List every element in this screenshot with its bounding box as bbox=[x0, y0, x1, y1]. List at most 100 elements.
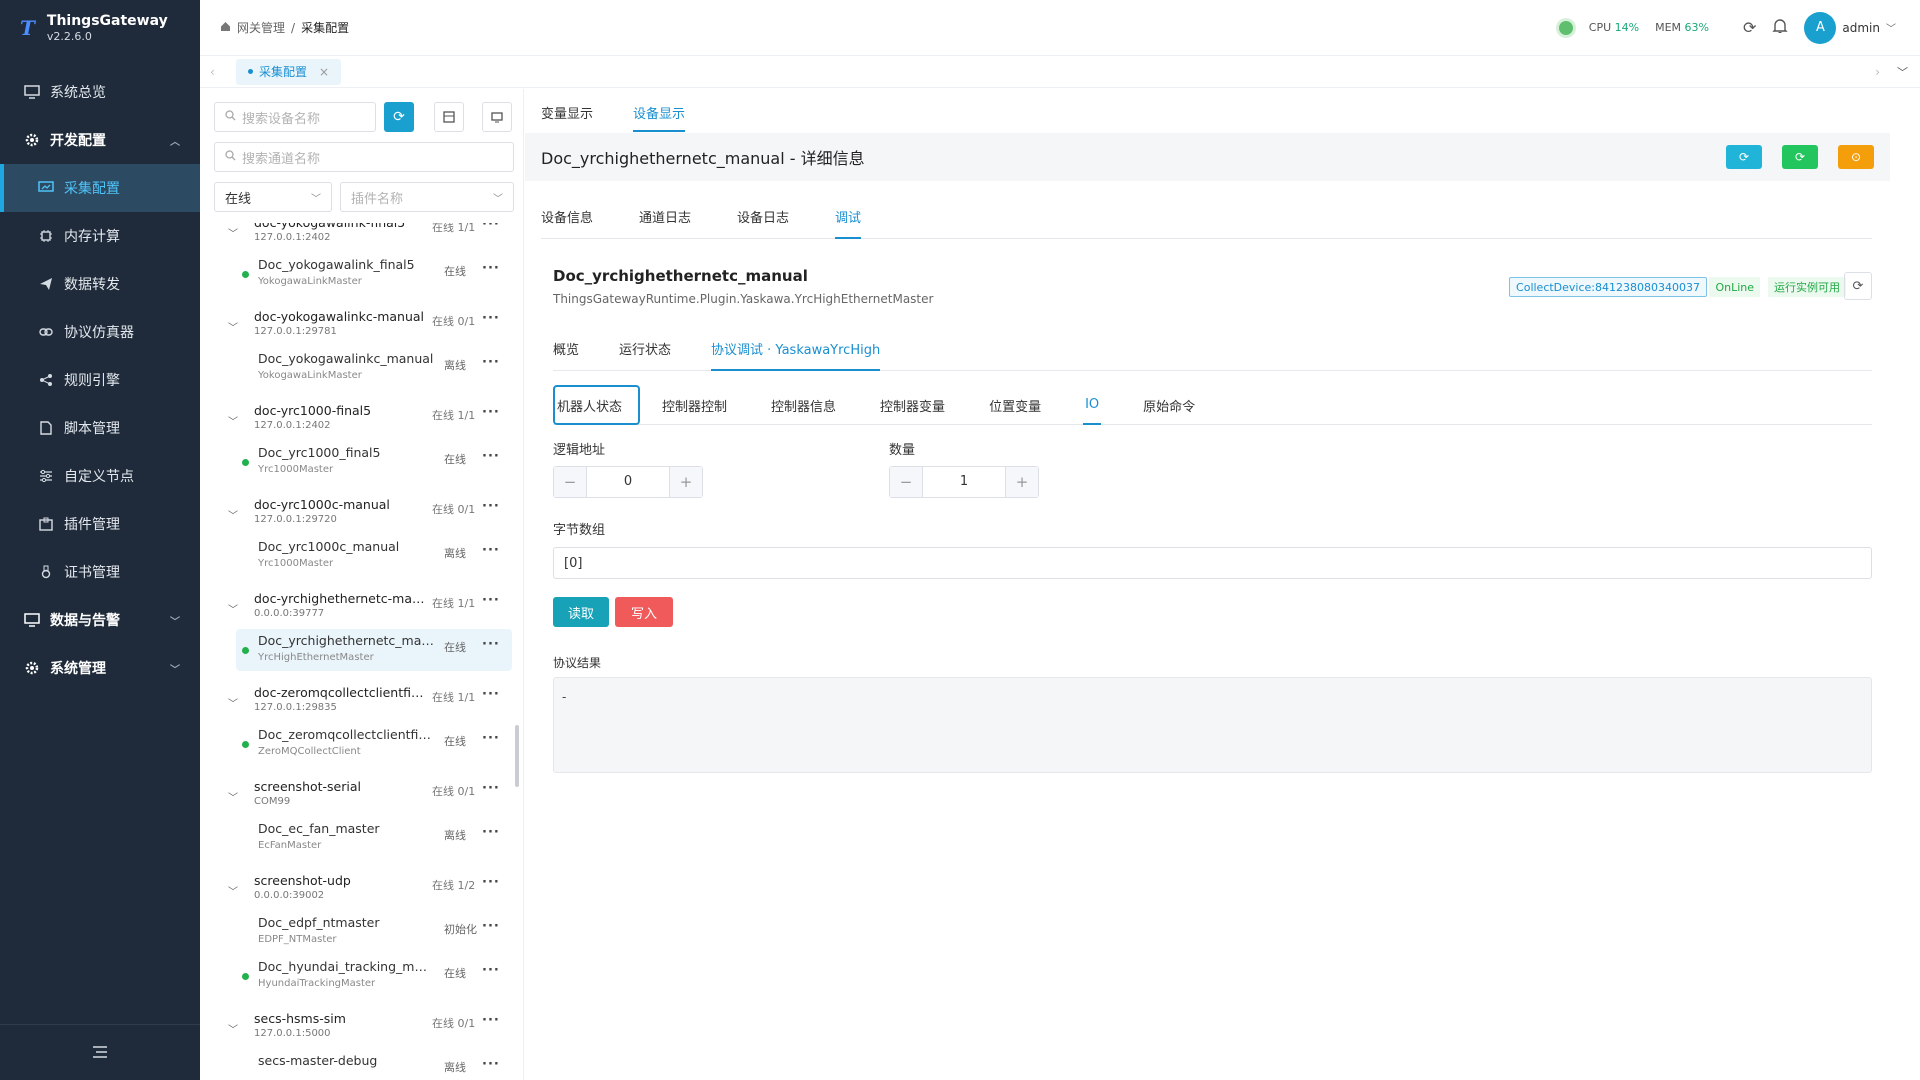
sidebar-item-protocol-sim[interactable]: 协议仿真器 bbox=[0, 308, 200, 356]
device-row[interactable]: Doc_yokogawalinkc_manual YokogawaLinkMast… bbox=[236, 347, 512, 389]
plugin-select[interactable]: 插件名称 ﹀ bbox=[340, 182, 514, 212]
tab-controller-variable[interactable]: 控制器变量 bbox=[878, 385, 947, 425]
page-tab[interactable]: 采集配置 × bbox=[236, 58, 342, 85]
tab-controller-control[interactable]: 控制器控制 bbox=[660, 385, 729, 425]
device-row[interactable]: Doc_yrc1000_final5 Yrc1000Master 在线 ··· bbox=[236, 441, 512, 483]
more-icon[interactable]: ··· bbox=[482, 637, 500, 652]
device-row[interactable]: Doc_ec_fan_master EcFanMaster 离线 ··· bbox=[236, 817, 512, 859]
more-icon[interactable]: ··· bbox=[482, 449, 500, 464]
write-button[interactable]: 写入 bbox=[615, 597, 673, 627]
tab-overview[interactable]: 概览 bbox=[553, 339, 579, 370]
sidebar-item-memory-compute[interactable]: 内存计算 bbox=[0, 212, 200, 260]
sidebar-item-overview[interactable]: 系统总览 bbox=[0, 68, 200, 116]
channel-row[interactable]: ﹀ doc-yrc1000c-manual 127.0.0.1:29720 在线 0/… bbox=[200, 497, 523, 537]
channel-row[interactable]: ﹀ screenshot-udp 0.0.0.0:39002 在线 1/2 ··· bbox=[200, 873, 523, 913]
device-row[interactable]: Doc_edpf_ntmaster EDPF_NTMaster 初始化 ··· bbox=[236, 911, 512, 953]
tab-controller-info[interactable]: 控制器信息 bbox=[769, 385, 838, 425]
chevron-right-icon[interactable]: › bbox=[1875, 65, 1880, 79]
user-menu[interactable]: A admin ﹀ bbox=[1804, 11, 1896, 44]
plus-icon[interactable]: + bbox=[670, 467, 702, 497]
refresh-button[interactable]: ⟳ bbox=[384, 102, 414, 132]
more-icon[interactable]: ··· bbox=[482, 311, 500, 326]
device-refresh-button[interactable]: ⟳ bbox=[1844, 272, 1872, 300]
more-icon[interactable]: ··· bbox=[482, 223, 500, 232]
sidebar-item-collect-config[interactable]: 采集配置 bbox=[0, 164, 200, 212]
read-button[interactable]: 读取 bbox=[553, 597, 609, 627]
sidebar-item-system-manage[interactable]: 系统管理 ﹀ bbox=[0, 644, 200, 692]
stop-button[interactable]: ⊙ bbox=[1838, 145, 1874, 169]
more-icon[interactable]: ··· bbox=[482, 781, 500, 796]
tab-device-view[interactable]: 设备显示 bbox=[633, 103, 686, 132]
channel-row[interactable]: ﹀ doc-yrchighethernetc-man... 0.0.0.0:3977… bbox=[200, 591, 523, 631]
chevron-down-icon[interactable]: ﹀ bbox=[228, 789, 238, 804]
chevron-left-icon[interactable]: ‹ bbox=[210, 65, 215, 79]
device-row[interactable]: Doc_zeromqcollectclientfinal... ZeroMQCol… bbox=[236, 723, 512, 765]
layout-button[interactable] bbox=[434, 102, 464, 132]
sidebar-item-data-forward[interactable]: 数据转发 bbox=[0, 260, 200, 308]
logic-addr-input[interactable]: 0 bbox=[586, 467, 670, 497]
refresh-icon[interactable]: ⟳ bbox=[1743, 18, 1756, 37]
more-icon[interactable]: ··· bbox=[482, 1057, 500, 1072]
chevron-down-icon[interactable]: ﹀ bbox=[228, 601, 238, 616]
more-icon[interactable]: ··· bbox=[482, 543, 500, 558]
sidebar-item-data-alarm[interactable]: 数据与告警 ﹀ bbox=[0, 596, 200, 644]
device-row[interactable]: Doc_yrchighethernetc_manual YrcHighEthern… bbox=[236, 629, 512, 671]
tab-position-variable[interactable]: 位置变量 bbox=[987, 385, 1043, 425]
device-row[interactable]: Doc_yrc1000c_manual Yrc1000Master 离线 ··· bbox=[236, 535, 512, 577]
scrollbar[interactable] bbox=[515, 725, 519, 787]
more-icon[interactable]: ··· bbox=[482, 593, 500, 608]
status-select[interactable]: 在线 ﹀ bbox=[214, 182, 332, 212]
tab-debug[interactable]: 调试 bbox=[835, 207, 862, 239]
more-icon[interactable]: ··· bbox=[482, 919, 500, 934]
search-device-input[interactable]: 搜索设备名称 bbox=[214, 102, 376, 132]
sidebar-item-rule-engine[interactable]: 规则引擎 bbox=[0, 356, 200, 404]
more-icon[interactable]: ··· bbox=[482, 1013, 500, 1028]
more-icon[interactable]: ··· bbox=[482, 963, 500, 978]
sidebar-item-custom-node[interactable]: 自定义节点 bbox=[0, 452, 200, 500]
device-row[interactable]: Doc_yokogawalink_final5 YokogawaLinkMaste… bbox=[236, 253, 512, 295]
device-row[interactable]: secs-master-debug 离线 ··· bbox=[236, 1049, 512, 1080]
channel-row[interactable]: ﹀ doc-yokogawalink-final5 127.0.0.1:2402 在线… bbox=[200, 223, 523, 255]
tab-run-state[interactable]: 运行状态 bbox=[619, 339, 671, 370]
minus-icon[interactable]: − bbox=[890, 467, 922, 497]
tab-device-info[interactable]: 设备信息 bbox=[541, 207, 593, 238]
sidebar-item-plugin-manage[interactable]: 插件管理 bbox=[0, 500, 200, 548]
minus-icon[interactable]: − bbox=[554, 467, 586, 497]
sidebar-item-script-manage[interactable]: 脚本管理 bbox=[0, 404, 200, 452]
sidebar-item-cert-manage[interactable]: 证书管理 bbox=[0, 548, 200, 596]
chevron-down-icon[interactable]: ﹀ bbox=[228, 225, 238, 240]
more-icon[interactable]: ··· bbox=[482, 731, 500, 746]
tab-device-log[interactable]: 设备日志 bbox=[737, 207, 789, 238]
sidebar-collapse-button[interactable] bbox=[0, 1024, 200, 1080]
chevron-down-icon[interactable]: ﹀ bbox=[1897, 64, 1908, 80]
device-row[interactable]: Doc_hyundai_tracking_master HyundaiTracki… bbox=[236, 955, 512, 997]
more-icon[interactable]: ··· bbox=[482, 825, 500, 840]
tab-protocol-debug[interactable]: 协议调试 · YaskawaYrcHigh bbox=[711, 339, 881, 371]
restart-button[interactable]: ⟳ bbox=[1782, 145, 1818, 169]
tab-variable-view[interactable]: 变量显示 bbox=[541, 103, 593, 132]
more-icon[interactable]: ··· bbox=[482, 875, 500, 890]
more-icon[interactable]: ··· bbox=[482, 405, 500, 420]
tab-io[interactable]: IO bbox=[1083, 385, 1102, 425]
refresh-button[interactable]: ⟳ bbox=[1726, 145, 1762, 169]
chevron-down-icon[interactable]: ﹀ bbox=[228, 695, 238, 710]
plus-icon[interactable]: + bbox=[1006, 467, 1038, 497]
more-icon[interactable]: ··· bbox=[482, 261, 500, 276]
channel-row[interactable]: ﹀ doc-yokogawalinkc-manual 127.0.0.1:29781… bbox=[200, 309, 523, 349]
channel-row[interactable]: ﹀ secs-hsms-sim 127.0.0.1:5000 在线 0/1 ··· bbox=[200, 1011, 523, 1051]
chevron-down-icon[interactable]: ﹀ bbox=[228, 507, 238, 522]
more-icon[interactable]: ··· bbox=[482, 355, 500, 370]
channel-row[interactable]: ﹀ screenshot-serial COM99 在线 0/1 ··· bbox=[200, 779, 523, 819]
chevron-down-icon[interactable]: ﹀ bbox=[228, 413, 238, 428]
tab-raw-command[interactable]: 原始命令 bbox=[1141, 385, 1197, 425]
close-icon[interactable]: × bbox=[319, 65, 329, 79]
chevron-down-icon[interactable]: ﹀ bbox=[228, 883, 238, 898]
sidebar-item-dev-config[interactable]: 开发配置 ︿ bbox=[0, 116, 200, 164]
channel-row[interactable]: ﹀ doc-zeromqcollectclientfin... 127.0.0.1:… bbox=[200, 685, 523, 725]
chevron-down-icon[interactable]: ﹀ bbox=[228, 1021, 238, 1036]
more-icon[interactable]: ··· bbox=[482, 499, 500, 514]
channel-row[interactable]: ﹀ doc-yrc1000-final5 127.0.0.1:2402 在线 1/1 ·… bbox=[200, 403, 523, 443]
monitor-button[interactable] bbox=[482, 102, 512, 132]
count-input[interactable]: 1 bbox=[922, 467, 1006, 497]
chevron-down-icon[interactable]: ﹀ bbox=[228, 319, 238, 334]
